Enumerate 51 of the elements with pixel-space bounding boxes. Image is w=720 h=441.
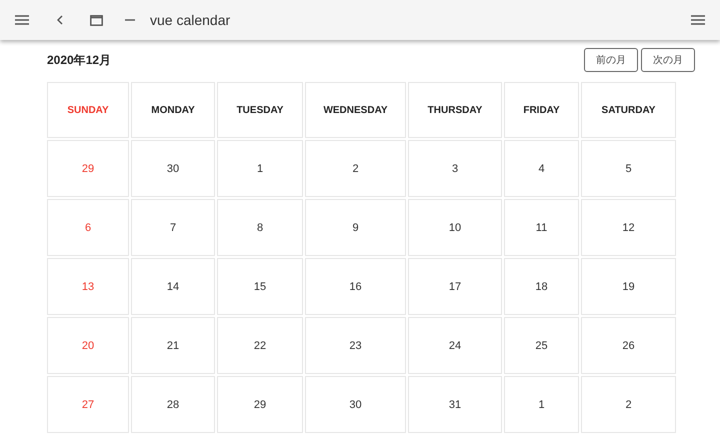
day-cell[interactable]: 18 <box>504 258 579 315</box>
day-cell[interactable]: 1 <box>504 376 579 433</box>
day-cell[interactable]: 17 <box>408 258 502 315</box>
day-cell[interactable]: 29 <box>47 140 129 197</box>
window-icon <box>90 14 102 26</box>
day-cell[interactable]: 8 <box>217 199 303 256</box>
menu-icon <box>15 15 29 25</box>
month-title: 2020年12月 <box>47 52 112 68</box>
weekday-header: SATURDAY <box>581 82 676 138</box>
app-title: vue calendar <box>150 12 230 28</box>
day-cell[interactable]: 1 <box>217 140 303 197</box>
previous-month-button[interactable]: 前の月 <box>584 48 638 72</box>
day-cell[interactable]: 3 <box>408 140 502 197</box>
weekday-header: SUNDAY <box>47 82 129 138</box>
day-cell[interactable]: 30 <box>131 140 215 197</box>
day-cell[interactable]: 12 <box>581 199 676 256</box>
day-cell[interactable]: 29 <box>217 376 303 433</box>
day-cell[interactable]: 13 <box>47 258 129 315</box>
day-cell[interactable]: 16 <box>305 258 406 315</box>
day-cell[interactable]: 22 <box>217 317 303 374</box>
day-cell[interactable]: 7 <box>131 199 215 256</box>
day-cell[interactable]: 25 <box>504 317 579 374</box>
day-cell[interactable]: 28 <box>131 376 215 433</box>
menu-icon <box>691 15 705 25</box>
minus-icon <box>125 19 135 21</box>
day-cell[interactable]: 14 <box>131 258 215 315</box>
day-cell[interactable]: 6 <box>47 199 129 256</box>
weekday-header: FRIDAY <box>504 82 579 138</box>
day-cell[interactable]: 9 <box>305 199 406 256</box>
day-cell[interactable]: 2 <box>581 376 676 433</box>
next-month-button[interactable]: 次の月 <box>641 48 695 72</box>
day-cell[interactable]: 15 <box>217 258 303 315</box>
day-cell[interactable]: 23 <box>305 317 406 374</box>
weekday-header: THURSDAY <box>408 82 502 138</box>
day-cell[interactable]: 10 <box>408 199 502 256</box>
chevron-left-icon <box>56 15 64 25</box>
day-cell[interactable]: 26 <box>581 317 676 374</box>
day-cell[interactable]: 11 <box>504 199 579 256</box>
weekday-header: WEDNESDAY <box>305 82 406 138</box>
day-cell[interactable]: 21 <box>131 317 215 374</box>
weekday-header: MONDAY <box>131 82 215 138</box>
weekday-header: TUESDAY <box>217 82 303 138</box>
day-cell[interactable]: 30 <box>305 376 406 433</box>
day-cell[interactable]: 5 <box>581 140 676 197</box>
day-cell[interactable]: 20 <box>47 317 129 374</box>
day-cell[interactable]: 27 <box>47 376 129 433</box>
day-cell[interactable]: 4 <box>504 140 579 197</box>
day-cell[interactable]: 31 <box>408 376 502 433</box>
day-cell[interactable]: 24 <box>408 317 502 374</box>
day-cell[interactable]: 19 <box>581 258 676 315</box>
day-cell[interactable]: 2 <box>305 140 406 197</box>
